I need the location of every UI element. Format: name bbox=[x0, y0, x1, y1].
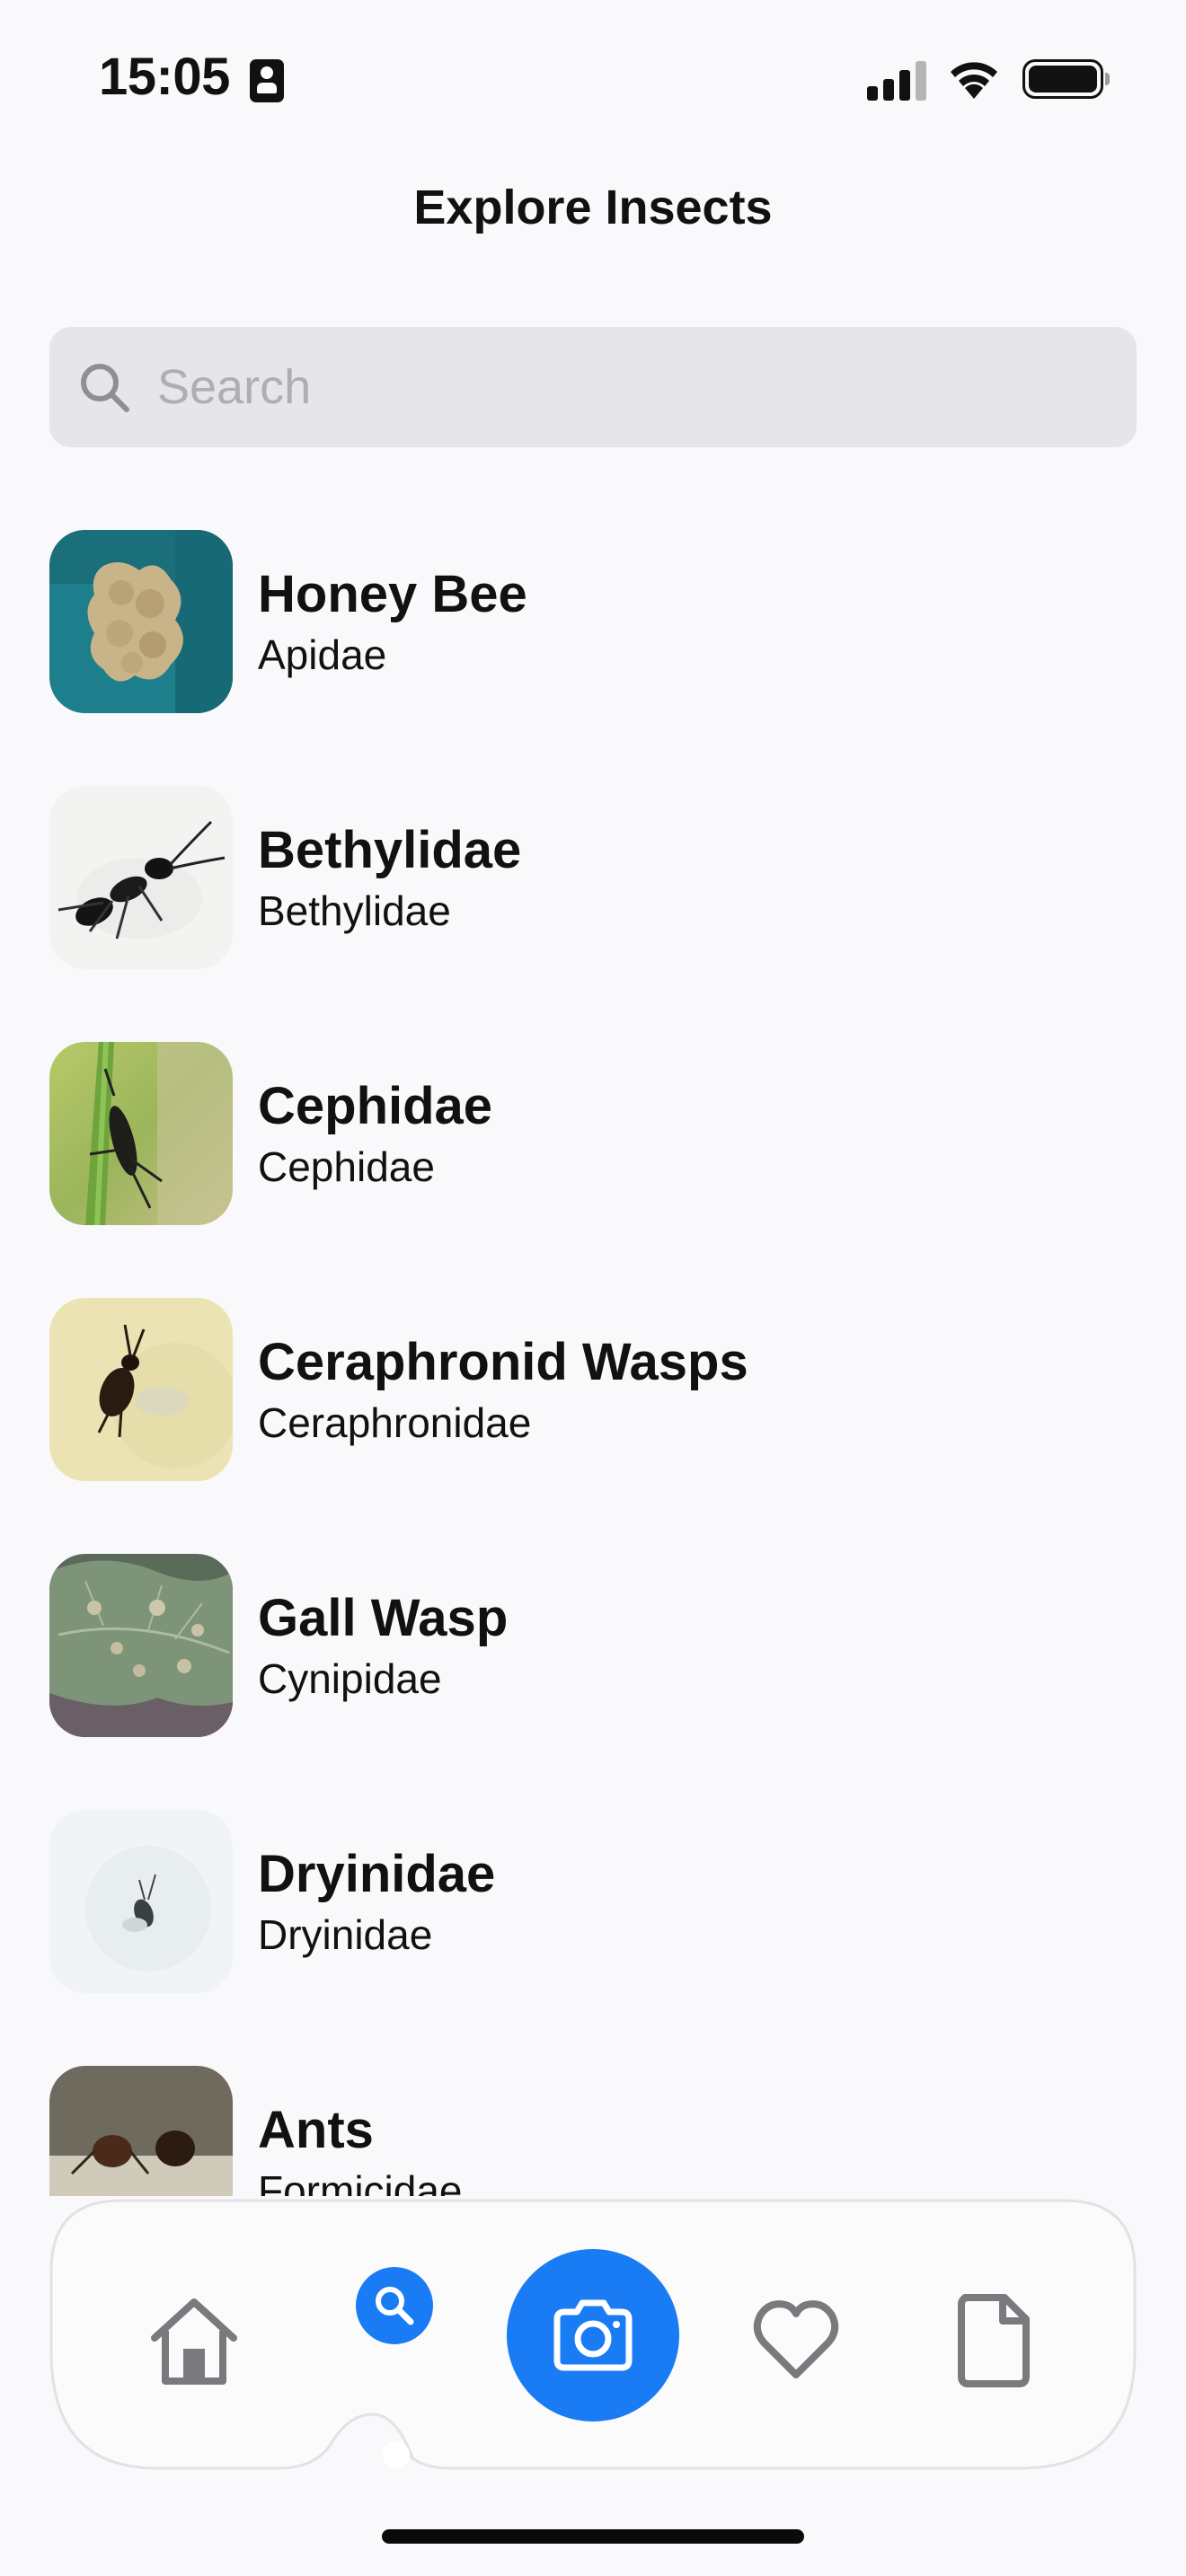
insect-name: Ceraphronid Wasps bbox=[258, 1333, 748, 1391]
contact-card-icon bbox=[250, 59, 284, 102]
list-item-ceraphronid-wasps[interactable]: Ceraphronid Wasps Ceraphronidae bbox=[49, 1298, 1137, 1481]
tab-camera[interactable] bbox=[507, 2249, 679, 2422]
insect-list: Honey Bee Apidae Bethylidae Bethylidae C… bbox=[0, 525, 1186, 2196]
search-icon bbox=[376, 2287, 414, 2325]
insect-family: Bethylidae bbox=[258, 887, 451, 934]
status-time: 15:05 bbox=[99, 48, 230, 106]
search-input[interactable] bbox=[157, 327, 1110, 447]
heart-icon bbox=[753, 2300, 839, 2378]
gall-wasp-photo bbox=[49, 1554, 233, 1737]
search-icon bbox=[81, 364, 129, 412]
tab-bar bbox=[49, 2199, 1137, 2470]
ants-photo bbox=[49, 2066, 233, 2196]
tab-explore[interactable] bbox=[356, 2267, 433, 2344]
insect-name: Dryinidae bbox=[258, 1845, 496, 1903]
status-bar: 15:05 bbox=[0, 0, 1186, 153]
wifi-icon bbox=[951, 62, 997, 99]
insect-family: Cynipidae bbox=[258, 1655, 442, 1702]
insect-family: Ceraphronidae bbox=[258, 1399, 532, 1446]
ceraphronid-photo bbox=[49, 1298, 233, 1481]
list-item-honey-bee[interactable]: Honey Bee Apidae bbox=[49, 530, 1137, 713]
camera-icon bbox=[553, 2299, 633, 2371]
list-item-bethylidae[interactable]: Bethylidae Bethylidae bbox=[49, 786, 1137, 969]
tab-favorites[interactable] bbox=[749, 2294, 843, 2387]
home-icon bbox=[151, 2298, 237, 2385]
tab-home[interactable] bbox=[146, 2293, 243, 2390]
battery-icon bbox=[1022, 59, 1110, 99]
insect-name: Bethylidae bbox=[258, 821, 522, 879]
page-title: Explore Insects bbox=[413, 181, 773, 234]
cellular-signal-icon bbox=[867, 61, 926, 101]
cephidae-photo bbox=[49, 1042, 233, 1225]
search-bar[interactable] bbox=[49, 327, 1137, 447]
list-item-dryinidae[interactable]: Dryinidae Dryinidae bbox=[49, 1810, 1137, 1993]
home-indicator bbox=[382, 2529, 804, 2544]
dryinidae-photo bbox=[49, 1810, 233, 1993]
bethylidae-photo bbox=[49, 786, 233, 969]
list-item-ants[interactable]: Ants Formicidae bbox=[49, 2066, 1137, 2196]
insect-name: Cephidae bbox=[258, 1077, 493, 1135]
list-item-gall-wasp[interactable]: Gall Wasp Cynipidae bbox=[49, 1554, 1137, 1737]
document-icon bbox=[958, 2294, 1030, 2387]
honey-bee-photo bbox=[49, 530, 233, 713]
insect-name: Gall Wasp bbox=[258, 1589, 509, 1647]
list-item-cephidae[interactable]: Cephidae Cephidae bbox=[49, 1042, 1137, 1225]
insect-family: Apidae bbox=[258, 631, 387, 678]
active-tab-indicator bbox=[383, 2441, 410, 2468]
insect-family: Dryinidae bbox=[258, 1911, 433, 1958]
insect-name: Honey Bee bbox=[258, 565, 527, 623]
tab-documents[interactable] bbox=[949, 2292, 1039, 2389]
insect-name: Ants bbox=[258, 2101, 374, 2159]
insect-family: Formicidae bbox=[258, 2167, 463, 2196]
insect-family: Cephidae bbox=[258, 1143, 435, 1190]
